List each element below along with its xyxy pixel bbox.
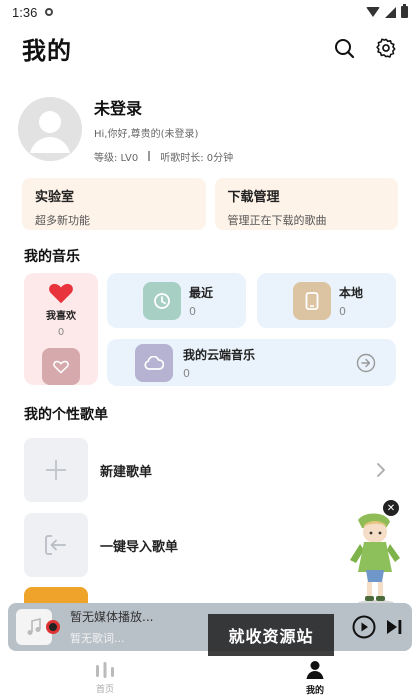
new-playlist-item[interactable]: 新建歌单 xyxy=(24,438,396,502)
download-manager-subtitle: 管理正在下载的歌曲 xyxy=(227,214,327,227)
local-label: 本地 xyxy=(339,285,364,300)
heart-outline-icon xyxy=(53,360,69,374)
custom-playlists-heading: 我的个性歌单 xyxy=(24,407,108,423)
favorites-cover xyxy=(42,348,80,385)
new-playlist-cover xyxy=(24,438,88,502)
username: 未登录 xyxy=(94,98,143,118)
lab-title: 实验室 xyxy=(35,190,75,205)
local-count: 0 xyxy=(339,304,346,318)
home-bars-icon xyxy=(96,662,114,678)
player-title: 暂无媒体播放... xyxy=(70,610,154,624)
cloud-icon xyxy=(144,355,164,370)
gear-icon xyxy=(376,38,396,58)
music-note-icon xyxy=(27,618,41,635)
download-manager-card[interactable]: 下载管理 管理正在下载的歌曲 xyxy=(214,178,398,230)
bottom-tab-bar: 首页 我的 xyxy=(0,656,420,700)
player-text: 暂无媒体播放... 暂无歌词... xyxy=(70,608,153,646)
signal-icon xyxy=(385,6,396,18)
tab-home-label: 首页 xyxy=(95,685,114,695)
status-time: 1:36 xyxy=(12,4,38,20)
favorites-card[interactable]: 我喜欢 0 xyxy=(24,273,98,385)
recent-label: 最近 xyxy=(189,285,214,300)
lab-card[interactable]: 实验室 超多新功能 xyxy=(22,178,206,230)
profile-section[interactable]: 未登录 Hi,你好,尊贵的(未登录) 等级: LV0 听歌时长: 0分钟 xyxy=(18,95,402,164)
favorites-count: 0 xyxy=(57,327,65,339)
recent-cover xyxy=(143,281,181,320)
search-button[interactable] xyxy=(332,36,356,60)
notification-icon xyxy=(45,8,54,16)
tab-mine[interactable]: 我的 xyxy=(210,656,420,700)
import-playlist-label: 一键导入歌单 xyxy=(100,539,179,555)
cloud-count: 0 xyxy=(183,366,190,380)
avatar[interactable] xyxy=(18,97,82,161)
phone-icon xyxy=(305,291,319,310)
lab-subtitle: 超多新功能 xyxy=(35,214,90,227)
player-lyric: 暂无歌词... xyxy=(70,632,125,645)
search-icon xyxy=(335,39,355,59)
wifi-icon xyxy=(366,7,380,17)
heart-icon xyxy=(49,283,73,304)
play-button[interactable] xyxy=(352,615,376,639)
favorites-label: 我喜欢 xyxy=(46,311,76,323)
local-cover xyxy=(293,281,331,320)
recent-card[interactable]: 最近 0 xyxy=(107,273,246,328)
page-title: 我的 xyxy=(22,36,72,65)
tab-mine-label: 我的 xyxy=(305,686,324,696)
import-playlist-cover xyxy=(24,513,88,577)
settings-button[interactable] xyxy=(374,36,398,60)
cloud-music-card[interactable]: 我的云端音乐 0 xyxy=(107,339,396,386)
cloud-cover xyxy=(135,343,173,382)
tab-home[interactable]: 首页 xyxy=(0,656,210,700)
chevron-right-icon xyxy=(377,463,385,477)
player-controls xyxy=(352,615,404,639)
clock-icon xyxy=(154,292,170,309)
recent-text: 最近 0 xyxy=(189,284,213,318)
level-divider xyxy=(148,151,151,161)
status-indicators xyxy=(366,4,408,18)
default-avatar-icon xyxy=(18,97,82,161)
user-icon xyxy=(306,661,324,679)
mascot-character[interactable] xyxy=(340,510,410,606)
close-mascot-button[interactable]: ✕ xyxy=(383,500,399,516)
greeting-text: Hi,你好,尊贵的(未登录) xyxy=(94,128,199,140)
download-manager-title: 下载管理 xyxy=(227,190,280,205)
profile-info: 未登录 Hi,你好,尊贵的(未登录) 等级: LV0 听歌时长: 0分钟 xyxy=(94,95,233,164)
vinyl-disc-icon xyxy=(46,620,60,634)
local-text: 本地 0 xyxy=(339,284,363,318)
cloud-label: 我的云端音乐 xyxy=(183,347,256,362)
plus-icon xyxy=(46,460,66,480)
my-music-heading: 我的音乐 xyxy=(24,249,80,265)
status-bar: 1:36 xyxy=(0,0,420,24)
watermark-text: 就收资源站 xyxy=(208,614,334,656)
level-text: 等级: LV0 xyxy=(94,152,139,164)
level-row: 等级: LV0 听歌时长: 0分钟 xyxy=(94,149,233,164)
import-icon xyxy=(45,535,66,555)
listen-time-text: 听歌时长: 0分钟 xyxy=(160,152,234,164)
header: 我的 xyxy=(0,26,420,70)
recent-count: 0 xyxy=(189,304,196,318)
cloud-text: 我的云端音乐 0 xyxy=(183,346,255,380)
new-playlist-label: 新建歌单 xyxy=(100,464,153,480)
feature-cards: 实验室 超多新功能 下载管理 管理正在下载的歌曲 xyxy=(22,178,398,230)
arrow-right-circle-icon[interactable] xyxy=(356,353,376,373)
local-card[interactable]: 本地 0 xyxy=(257,273,396,328)
battery-icon xyxy=(401,4,408,18)
header-actions xyxy=(332,36,398,60)
next-track-button[interactable] xyxy=(384,617,404,637)
